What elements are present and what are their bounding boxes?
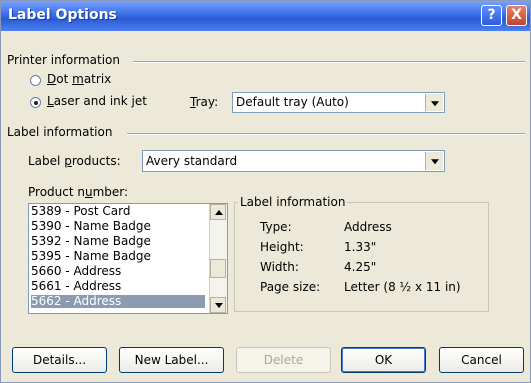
label-products-value: Avery standard (146, 154, 238, 168)
printer-info-heading: Printer information (7, 53, 120, 67)
list-item[interactable]: 5392 - Name Badge (31, 235, 205, 248)
cancel-button[interactable]: Cancel (439, 347, 524, 373)
laser-ink-jet-label[interactable]: Laser and ink jet (47, 94, 147, 108)
type-value: Address (344, 220, 392, 234)
tray-select[interactable]: Default tray (Auto) (232, 92, 445, 113)
tray-label: Tray: (190, 95, 219, 109)
ok-button[interactable]: OK (341, 347, 426, 373)
scroll-up-icon (215, 210, 223, 215)
label-products-select[interactable]: Avery standard (142, 150, 445, 172)
type-key: Type: (260, 220, 292, 234)
scroll-up-button[interactable] (210, 204, 226, 220)
laser-ink-jet-radio[interactable] (30, 97, 41, 108)
new-label-button[interactable]: New Label... (119, 347, 224, 373)
label-info-divider (127, 133, 525, 135)
product-number-label: Product number: (28, 185, 129, 199)
scroll-thumb[interactable] (210, 259, 226, 278)
scroll-down-icon (215, 303, 223, 308)
scroll-down-button[interactable] (210, 297, 226, 313)
details-button[interactable]: Details... (12, 347, 107, 373)
page-size-value: Letter (8 ½ x 11 in) (344, 280, 461, 294)
product-number-list[interactable]: 5389 - Post Card 5390 - Name Badge 5392 … (28, 203, 228, 314)
list-item[interactable]: 5661 - Address (31, 280, 205, 293)
product-list-scrollbar[interactable] (209, 204, 227, 313)
list-item[interactable]: 5390 - Name Badge (31, 220, 205, 233)
height-value: 1.33" (344, 240, 377, 254)
delete-button[interactable]: Delete (236, 347, 331, 373)
width-value: 4.25" (344, 260, 377, 274)
window-title: Label Options (8, 7, 117, 23)
list-item-selected[interactable]: 5662 - Address (31, 295, 205, 308)
label-info-heading: Label information (7, 125, 113, 139)
width-key: Width: (260, 260, 299, 274)
dot-matrix-radio[interactable] (30, 75, 41, 86)
label-details-group: Label information Type: Address Height: … (234, 195, 489, 312)
chevron-down-icon (430, 159, 439, 165)
label-details-title: Label information (238, 195, 348, 209)
label-options-dialog: Label Options ? X Printer information Do… (0, 0, 531, 383)
help-icon[interactable]: ? (481, 5, 502, 26)
list-item[interactable]: 5660 - Address (31, 265, 205, 278)
printer-info-divider (133, 61, 525, 63)
tray-dropdown-button[interactable] (425, 94, 443, 111)
list-item[interactable]: 5389 - Post Card (31, 205, 205, 218)
tray-select-value: Default tray (Auto) (236, 95, 349, 109)
close-icon[interactable]: X (506, 5, 527, 26)
height-key: Height: (260, 240, 304, 254)
page-size-key: Page size: (260, 280, 321, 294)
title-bar: Label Options ? X (1, 1, 530, 31)
label-products-dropdown-button[interactable] (425, 152, 443, 170)
dot-matrix-label[interactable]: Dot matrix (47, 72, 111, 86)
list-item[interactable]: 5395 - Name Badge (31, 250, 205, 263)
chevron-down-icon (430, 100, 439, 106)
label-products-label: Label products: (28, 154, 121, 168)
